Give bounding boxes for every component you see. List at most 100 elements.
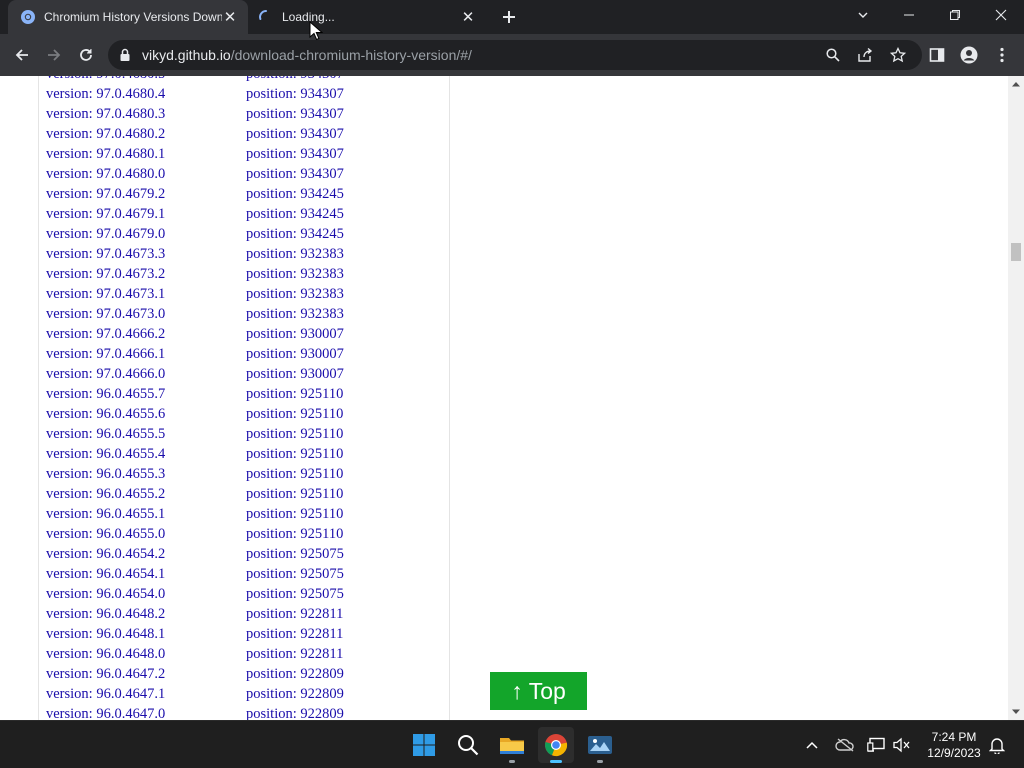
position-link[interactable]: position: 922811 [246, 644, 343, 664]
position-link[interactable]: position: 934307 [246, 164, 344, 184]
version-link[interactable]: version: 96.0.4647.2 [46, 664, 165, 684]
version-row[interactable]: version: 96.0.4648.2 position: 922811 [46, 604, 446, 624]
position-link[interactable]: position: 934307 [246, 76, 344, 84]
version-link[interactable]: version: 97.0.4666.1 [46, 344, 165, 364]
version-row[interactable]: version: 96.0.4647.0 position: 922809 [46, 704, 446, 720]
version-row[interactable]: version: 96.0.4655.1 position: 925110 [46, 504, 446, 524]
version-link[interactable]: version: 96.0.4648.1 [46, 624, 165, 644]
network-icon[interactable] [864, 733, 888, 757]
taskbar-search-icon[interactable] [450, 727, 486, 763]
version-row[interactable]: version: 97.0.4680.1 position: 934307 [46, 144, 446, 164]
version-link[interactable]: version: 96.0.4654.1 [46, 564, 165, 584]
version-row[interactable]: version: 97.0.4680.0 position: 934307 [46, 164, 446, 184]
notification-bell-icon[interactable] [985, 733, 1009, 757]
file-explorer-icon[interactable] [494, 727, 530, 763]
tab-chromium-history[interactable]: Chromium History Versions Download ✕ [8, 0, 248, 34]
position-link[interactable]: position: 934245 [246, 204, 344, 224]
position-link[interactable]: position: 934245 [246, 224, 344, 244]
version-link[interactable]: version: 97.0.4680.5 [46, 76, 165, 84]
position-link[interactable]: position: 925110 [246, 404, 343, 424]
position-link[interactable]: position: 932383 [246, 264, 344, 284]
scrollbar[interactable] [1008, 76, 1024, 720]
version-link[interactable]: version: 97.0.4680.0 [46, 164, 165, 184]
position-link[interactable]: position: 932383 [246, 244, 344, 264]
version-row[interactable]: version: 97.0.4680.2 position: 934307 [46, 124, 446, 144]
scroll-up-arrow-icon[interactable] [1008, 76, 1024, 92]
version-row[interactable]: version: 97.0.4679.0 position: 934245 [46, 224, 446, 244]
version-row[interactable]: version: 96.0.4654.1 position: 925075 [46, 564, 446, 584]
tab-search-icon[interactable] [840, 0, 886, 30]
version-link[interactable]: version: 97.0.4680.2 [46, 124, 165, 144]
version-row[interactable]: version: 97.0.4666.2 position: 930007 [46, 324, 446, 344]
new-tab-button[interactable] [498, 7, 520, 27]
position-link[interactable]: position: 925075 [246, 564, 344, 584]
scrollbar-thumb[interactable] [1011, 243, 1021, 261]
back-to-top-button[interactable]: ↑ Top [490, 672, 587, 710]
lock-icon[interactable] [117, 47, 133, 63]
version-link[interactable]: version: 96.0.4655.1 [46, 504, 165, 524]
version-row[interactable]: version: 97.0.4673.3 position: 932383 [46, 244, 446, 264]
position-link[interactable]: position: 930007 [246, 364, 344, 384]
version-link[interactable]: version: 96.0.4647.1 [46, 684, 165, 704]
position-link[interactable]: position: 925110 [246, 384, 343, 404]
position-link[interactable]: position: 925110 [246, 464, 343, 484]
tab-close-icon[interactable]: ✕ [222, 9, 238, 26]
version-link[interactable]: version: 96.0.4655.3 [46, 464, 165, 484]
position-link[interactable]: position: 930007 [246, 324, 344, 344]
version-row[interactable]: version: 97.0.4673.0 position: 932383 [46, 304, 446, 324]
version-row[interactable]: version: 97.0.4666.1 position: 930007 [46, 344, 446, 364]
version-row[interactable]: version: 96.0.4655.7 position: 925110 [46, 384, 446, 404]
version-link[interactable]: version: 96.0.4654.2 [46, 544, 165, 564]
close-window-icon[interactable] [978, 0, 1024, 30]
version-row[interactable]: version: 96.0.4648.1 position: 922811 [46, 624, 446, 644]
position-link[interactable]: position: 922809 [246, 684, 344, 704]
position-link[interactable]: position: 934307 [246, 104, 344, 124]
version-row[interactable]: version: 96.0.4655.3 position: 925110 [46, 464, 446, 484]
version-row[interactable]: version: 96.0.4647.1 position: 922809 [46, 684, 446, 704]
version-row[interactable]: version: 97.0.4673.2 position: 932383 [46, 264, 446, 284]
version-row[interactable]: version: 97.0.4679.1 position: 934245 [46, 204, 446, 224]
version-row[interactable]: version: 96.0.4655.4 position: 925110 [46, 444, 446, 464]
star-bookmark-icon[interactable] [888, 45, 908, 65]
position-link[interactable]: position: 925110 [246, 504, 343, 524]
photos-app-icon[interactable] [582, 727, 618, 763]
position-link[interactable]: position: 922811 [246, 624, 343, 644]
onedrive-icon[interactable] [833, 733, 857, 757]
position-link[interactable]: position: 934307 [246, 144, 344, 164]
windows-start-icon[interactable] [406, 727, 442, 763]
version-row[interactable]: version: 97.0.4680.4 position: 934307 [46, 84, 446, 104]
version-link[interactable]: version: 96.0.4654.0 [46, 584, 165, 604]
version-link[interactable]: version: 97.0.4673.1 [46, 284, 165, 304]
restore-icon[interactable] [932, 0, 978, 30]
version-link[interactable]: version: 97.0.4679.0 [46, 224, 165, 244]
search-icon[interactable] [823, 45, 843, 65]
version-row[interactable]: version: 96.0.4655.5 position: 925110 [46, 424, 446, 444]
volume-muted-icon[interactable] [890, 733, 914, 757]
chrome-taskbar-icon[interactable] [538, 727, 574, 763]
profile-icon[interactable] [956, 42, 982, 68]
version-row[interactable]: version: 96.0.4648.0 position: 922811 [46, 644, 446, 664]
forward-icon[interactable] [41, 42, 67, 68]
version-link[interactable]: version: 97.0.4679.1 [46, 204, 165, 224]
position-link[interactable]: position: 925110 [246, 444, 343, 464]
position-link[interactable]: position: 932383 [246, 284, 344, 304]
position-link[interactable]: position: 922811 [246, 604, 343, 624]
version-row[interactable]: version: 96.0.4655.2 position: 925110 [46, 484, 446, 504]
version-link[interactable]: version: 96.0.4655.4 [46, 444, 165, 464]
version-link[interactable]: version: 96.0.4655.2 [46, 484, 165, 504]
position-link[interactable]: position: 922809 [246, 664, 344, 684]
share-icon[interactable] [855, 45, 875, 65]
back-icon[interactable] [9, 42, 35, 68]
version-link[interactable]: version: 96.0.4648.2 [46, 604, 165, 624]
version-link[interactable]: version: 96.0.4655.0 [46, 524, 165, 544]
position-link[interactable]: position: 930007 [246, 344, 344, 364]
scroll-down-arrow-icon[interactable] [1008, 704, 1024, 720]
position-link[interactable]: position: 934307 [246, 124, 344, 144]
version-row[interactable]: version: 96.0.4654.0 position: 925075 [46, 584, 446, 604]
version-link[interactable]: version: 97.0.4680.3 [46, 104, 165, 124]
version-link[interactable]: version: 97.0.4666.0 [46, 364, 165, 384]
version-row[interactable]: version: 97.0.4666.0 position: 930007 [46, 364, 446, 384]
version-row[interactable]: version: 96.0.4655.6 position: 925110 [46, 404, 446, 424]
position-link[interactable]: position: 925075 [246, 584, 344, 604]
version-row[interactable]: version: 96.0.4654.2 position: 925075 [46, 544, 446, 564]
